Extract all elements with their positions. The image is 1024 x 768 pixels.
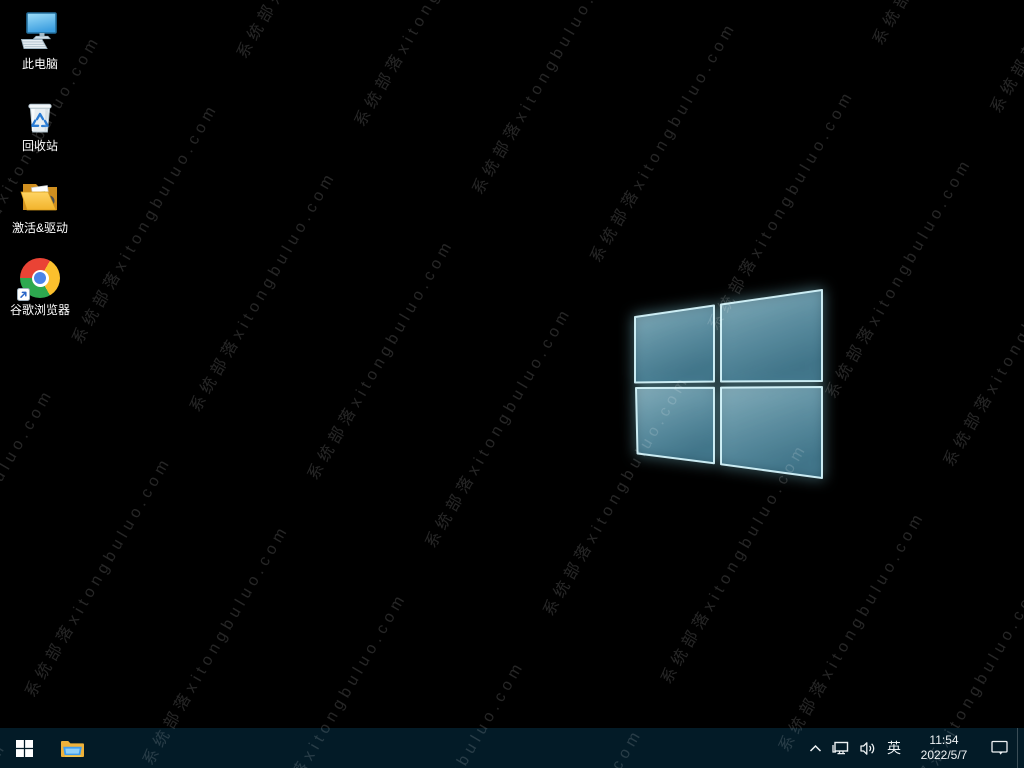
taskbar-clock[interactable]: 11:54 2022/5/7 [907, 728, 981, 768]
wallpaper [0, 0, 1024, 768]
clock-time: 11:54 [929, 733, 959, 747]
volume-tray-button[interactable] [854, 728, 881, 768]
taskbar-empty-area [96, 728, 803, 768]
windows-start-icon [15, 739, 33, 757]
speaker-volume-icon [860, 741, 875, 755]
ime-language-indicator[interactable]: 英 [881, 728, 907, 768]
chrome-blue-core [34, 272, 46, 284]
ethernet-network-icon [831, 741, 848, 754]
desktop-icon-google-chrome[interactable]: 谷歌浏览器 [8, 256, 72, 317]
windows-desktop: 此电脑 回收站 激活&驱动 谷歌浏览器 系统部落xitongbuluo.com … [0, 0, 1024, 768]
network-tray-button[interactable] [827, 728, 854, 768]
file-explorer-icon [60, 740, 84, 757]
desktop-icon-activation-drivers[interactable]: 激活&驱动 [8, 174, 72, 235]
this-pc-icon [18, 10, 62, 54]
recycle-bin-icon [18, 92, 62, 136]
show-desktop-strip[interactable] [1017, 728, 1024, 768]
clock-date: 2022/5/7 [920, 748, 968, 762]
icon-label-this-pc: 此电脑 [21, 57, 58, 71]
chevron-up-icon [809, 744, 821, 752]
action-center-button[interactable] [981, 728, 1017, 768]
desktop-icon-recycle-bin[interactable]: 回收站 [8, 92, 72, 153]
icon-label-google-chrome: 谷歌浏览器 [9, 303, 70, 317]
shortcut-arrow-badge [17, 288, 30, 301]
file-explorer-button[interactable] [48, 728, 96, 768]
chrome-icon [17, 256, 62, 301]
icon-label-activation-drivers: 激活&驱动 [11, 221, 68, 235]
notification-bubble-icon [990, 740, 1008, 755]
system-tray: 英 11:54 2022/5/7 [803, 728, 1024, 768]
icon-label-recycle-bin: 回收站 [21, 139, 58, 153]
desktop-icon-this-pc[interactable]: 此电脑 [8, 10, 72, 71]
desktop-icon-list: 此电脑 回收站 激活&驱动 谷歌浏览器 [8, 10, 72, 317]
tray-expand-button[interactable] [803, 728, 827, 768]
start-button[interactable] [0, 728, 48, 768]
taskbar: 英 11:54 2022/5/7 [0, 728, 1024, 768]
activation-drivers-folder-icon [18, 174, 62, 218]
